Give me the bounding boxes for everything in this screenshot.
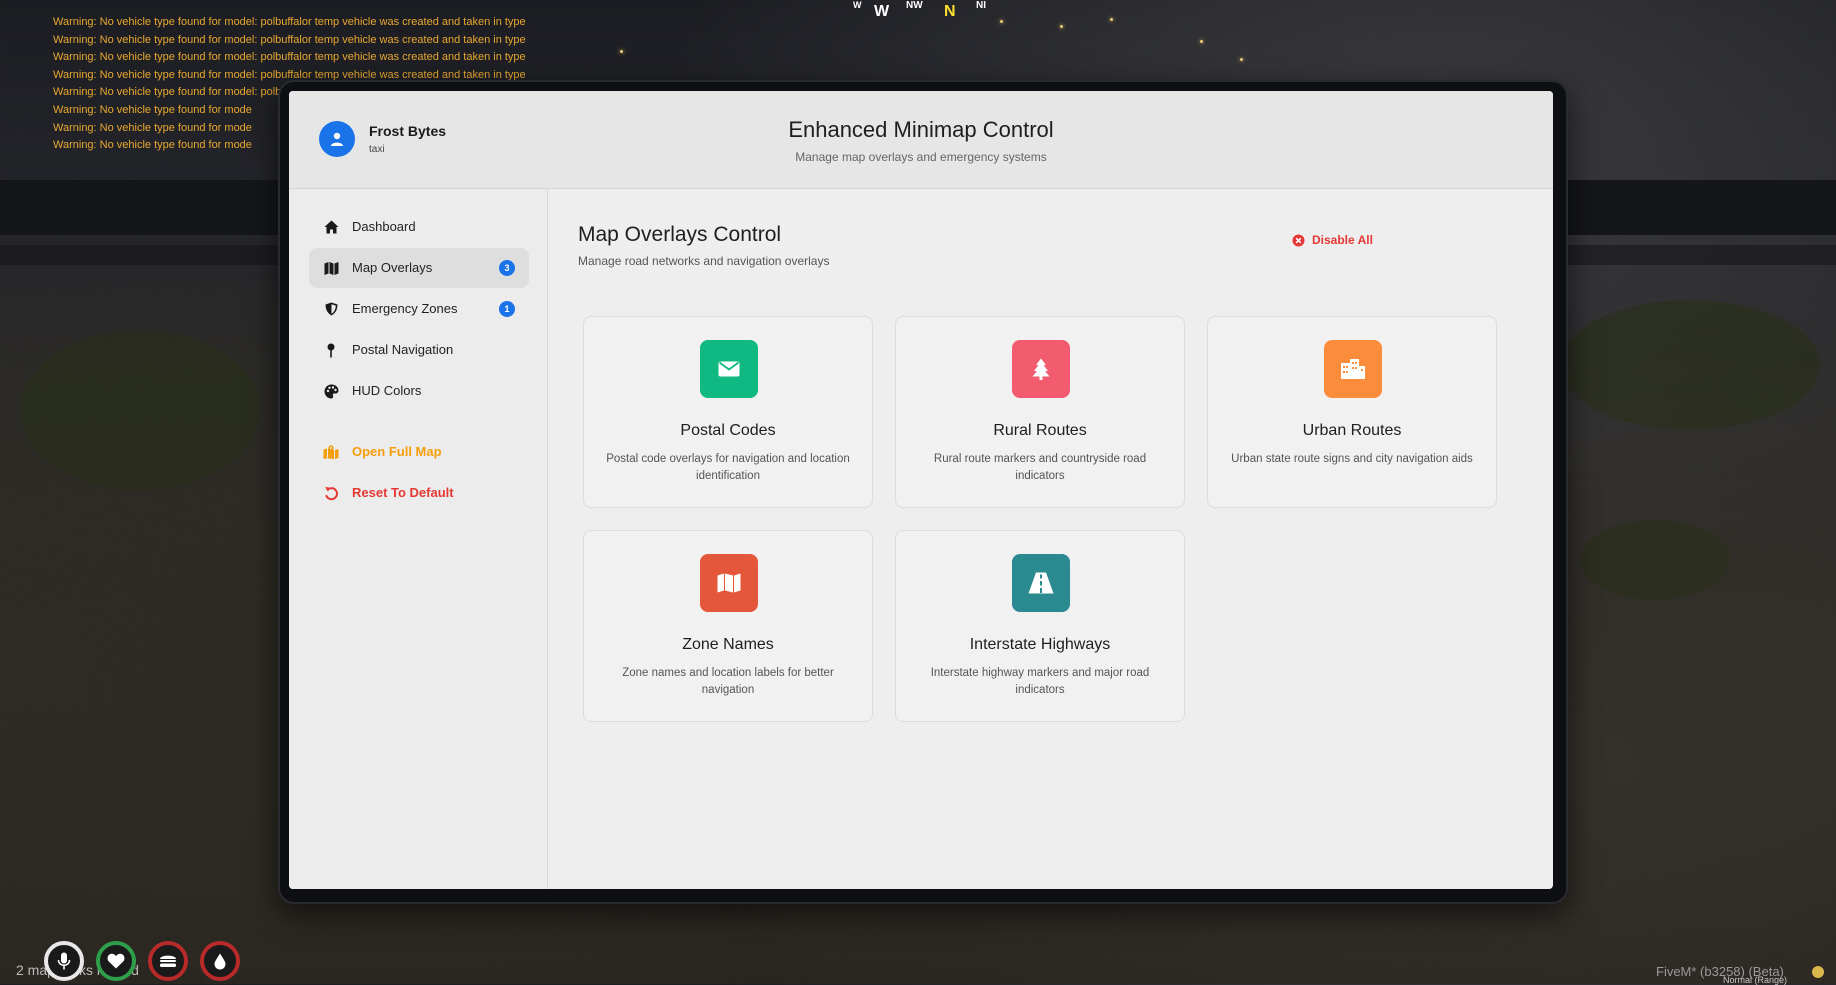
sidebar-item-postal-navigation[interactable]: Postal Navigation: [309, 330, 529, 370]
sidebar-item-hud-colors[interactable]: HUD Colors: [309, 371, 529, 411]
compass-ne: NI: [976, 0, 986, 11]
water-drop-icon: [214, 953, 226, 969]
compass-n: N: [944, 3, 956, 20]
sidebar-item-emergency-zones[interactable]: Emergency Zones 1: [309, 289, 529, 329]
sidebar-item-label: Postal Navigation: [352, 342, 454, 357]
card-title: Zone Names: [682, 636, 774, 653]
sidebar-item-label: HUD Colors: [352, 383, 422, 398]
card-description: Urban state route signs and city navigat…: [1231, 453, 1473, 465]
road-icon: [1012, 554, 1070, 612]
city-light: [1200, 40, 1203, 43]
overlay-card-zone-names[interactable]: Zone Names Zone names and location label…: [583, 530, 873, 722]
city-light: [1240, 58, 1243, 61]
card-title: Interstate Highways: [969, 636, 1111, 653]
heart-icon: [107, 953, 125, 969]
city-light: [1060, 25, 1063, 28]
tree-icon: [1012, 340, 1070, 398]
section-subtitle: Manage road networks and navigation over…: [578, 254, 830, 268]
sidebar-item-label: Dashboard: [352, 219, 416, 234]
grass-patch: [1580, 520, 1730, 600]
overlay-card-urban-routes[interactable]: Urban Routes Urban state route signs and…: [1207, 316, 1497, 508]
envelope-icon: [700, 340, 758, 398]
compass-nw: NW: [906, 0, 923, 11]
overlay-card-postal-codes[interactable]: Postal Codes Postal code overlays for na…: [583, 316, 873, 508]
overlay-card-interstate-highways[interactable]: Interstate Highways Interstate highway m…: [895, 530, 1185, 722]
thirst-hud-indicator: [200, 941, 240, 981]
overlay-card-rural-routes[interactable]: Rural Routes Rural route markers and cou…: [895, 316, 1185, 508]
grass-patch: [20, 330, 260, 490]
sidebar-item-dashboard[interactable]: Dashboard: [309, 207, 529, 247]
grass-patch: [1560, 300, 1820, 430]
compass-w: W: [874, 3, 890, 20]
count-badge: 3: [499, 260, 515, 276]
sidebar-item-label: Map Overlays: [352, 260, 433, 275]
close-circle-icon: [1292, 234, 1305, 246]
app-subtitle: Manage map overlays and emergency system…: [795, 150, 1047, 164]
map-icon: [700, 554, 758, 612]
app-title: Enhanced Minimap Control: [788, 117, 1054, 142]
panel-header: Frost Bytes taxi Enhanced Minimap Contro…: [289, 91, 1553, 189]
compass-w-small: W: [853, 0, 862, 10]
card-description: Zone names and location labels for bette…: [622, 667, 834, 696]
map-icon: [323, 260, 339, 276]
voice-hud-indicator: [44, 941, 84, 981]
count-badge: 1: [499, 301, 515, 317]
map-marked-icon: [323, 444, 339, 460]
health-hud-indicator: [96, 941, 136, 981]
sidebar-item-map-overlays[interactable]: Map Overlays 3: [309, 248, 529, 288]
card-title: Postal Codes: [680, 422, 776, 439]
sidebar-item-label: Emergency Zones: [352, 301, 458, 316]
card-description: Postal code overlays for navigation and …: [606, 453, 850, 482]
warning-line: Warning: No vehicle type found for model…: [53, 16, 526, 28]
shield-icon: [323, 301, 339, 317]
city-light: [620, 50, 623, 53]
warning-line: Warning: No vehicle type found for model…: [53, 33, 526, 46]
home-icon: [323, 219, 339, 235]
action-label: Open Full Map: [352, 444, 442, 459]
open-full-map-button[interactable]: Open Full Map: [309, 432, 529, 472]
card-description: Interstate highway markers and major roa…: [930, 667, 1150, 696]
microphone-icon: [57, 952, 71, 970]
card-title: Rural Routes: [993, 422, 1087, 439]
undo-icon: [323, 485, 339, 501]
minimap-control-panel: Frost Bytes taxi Enhanced Minimap Contro…: [289, 91, 1553, 889]
reset-to-default-button[interactable]: Reset To Default: [309, 473, 529, 513]
burger-icon: [160, 955, 176, 967]
compass: W W NW N NI: [850, 0, 1030, 22]
city-light: [1110, 18, 1113, 21]
disable-all-label: Disable All: [1312, 233, 1373, 247]
hunger-hud-indicator: [148, 941, 188, 981]
card-description: Rural route markers and countryside road…: [933, 453, 1147, 482]
main-content: Map Overlays Control Manage road network…: [548, 189, 1553, 889]
map-pin-icon: [323, 342, 339, 358]
action-label: Reset To Default: [352, 485, 454, 500]
emoji-indicator-icon: [1812, 966, 1824, 978]
city-icon: [1324, 340, 1382, 398]
card-title: Urban Routes: [1302, 422, 1402, 439]
warning-line: Warning: No vehicle type found for model…: [53, 51, 526, 64]
disable-all-button[interactable]: Disable All: [1292, 233, 1373, 247]
section-title: Map Overlays Control: [578, 223, 782, 246]
sidebar: Dashboard Map Overlays 3 Emergency Zones…: [289, 189, 548, 889]
palette-icon: [323, 383, 339, 399]
